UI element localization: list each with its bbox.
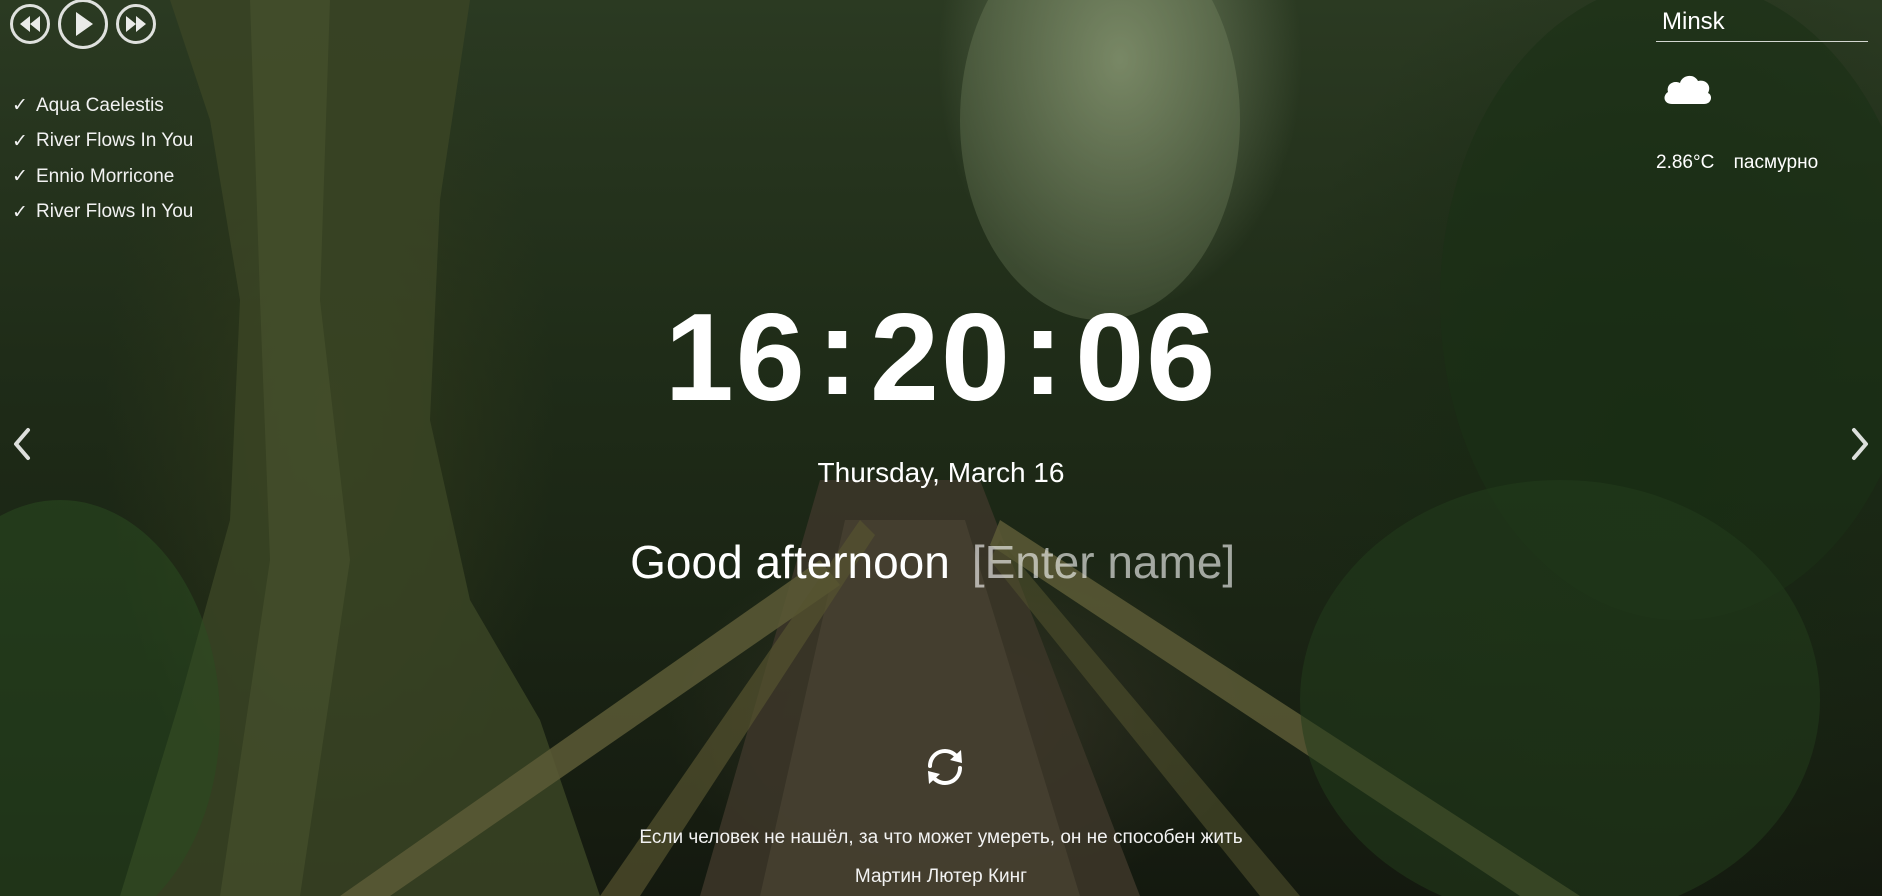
city-input[interactable]	[1656, 0, 1868, 42]
playlist: ✓ Aqua Caelestis ✓ River Flows In You ✓ …	[12, 88, 193, 230]
name-input[interactable]: [Enter name]	[972, 535, 1252, 589]
previous-track-button[interactable]	[10, 4, 50, 44]
check-icon: ✓	[12, 95, 28, 117]
greeting-text: Good afternoon	[630, 536, 950, 588]
quote-text: Если человек не нашёл, за что может умер…	[639, 827, 1243, 848]
weather-widget: 2.86°C пасмурно	[1656, 0, 1868, 173]
refresh-icon	[928, 749, 962, 785]
next-track-button[interactable]	[116, 4, 156, 44]
greeting: Good afternoon [Enter name]	[0, 535, 1882, 589]
track-title: Ennio Morricone	[36, 165, 175, 187]
check-icon: ✓	[12, 130, 28, 152]
playlist-item[interactable]: ✓ River Flows In You	[12, 195, 193, 231]
play-button[interactable]	[58, 0, 108, 49]
playlist-item[interactable]: ✓ River Flows In You	[12, 124, 193, 160]
track-title: River Flows In You	[36, 201, 194, 223]
playlist-item[interactable]: ✓ Ennio Morricone	[12, 159, 193, 195]
check-icon: ✓	[12, 201, 28, 223]
audio-player	[10, 0, 156, 49]
playlist-item[interactable]: ✓ Aqua Caelestis	[12, 88, 193, 124]
track-title: River Flows In You	[36, 130, 194, 152]
date-display: Thursday, March 16	[817, 457, 1065, 488]
clock-separator: :	[816, 283, 861, 421]
change-quote-button[interactable]	[922, 744, 968, 790]
fast-forward-icon	[126, 16, 146, 32]
cloud-icon	[1664, 75, 1712, 104]
weather-info: 2.86°C пасмурно	[1656, 152, 1818, 174]
play-icon	[76, 12, 93, 36]
track-title: Aqua Caelestis	[36, 94, 164, 116]
clock-separator: :	[1021, 283, 1066, 421]
clock-hours: 16	[664, 289, 807, 427]
quote-author: Мартин Лютер Кинг	[854, 866, 1028, 887]
clock-seconds: 06	[1075, 289, 1218, 427]
temperature: 2.86°C	[1656, 152, 1715, 173]
rewind-icon	[20, 16, 40, 32]
clock-minutes: 20	[870, 289, 1012, 427]
clock: 16:20:06	[0, 290, 1882, 420]
weather-description: пасмурно	[1733, 152, 1819, 173]
check-icon: ✓	[12, 166, 28, 188]
